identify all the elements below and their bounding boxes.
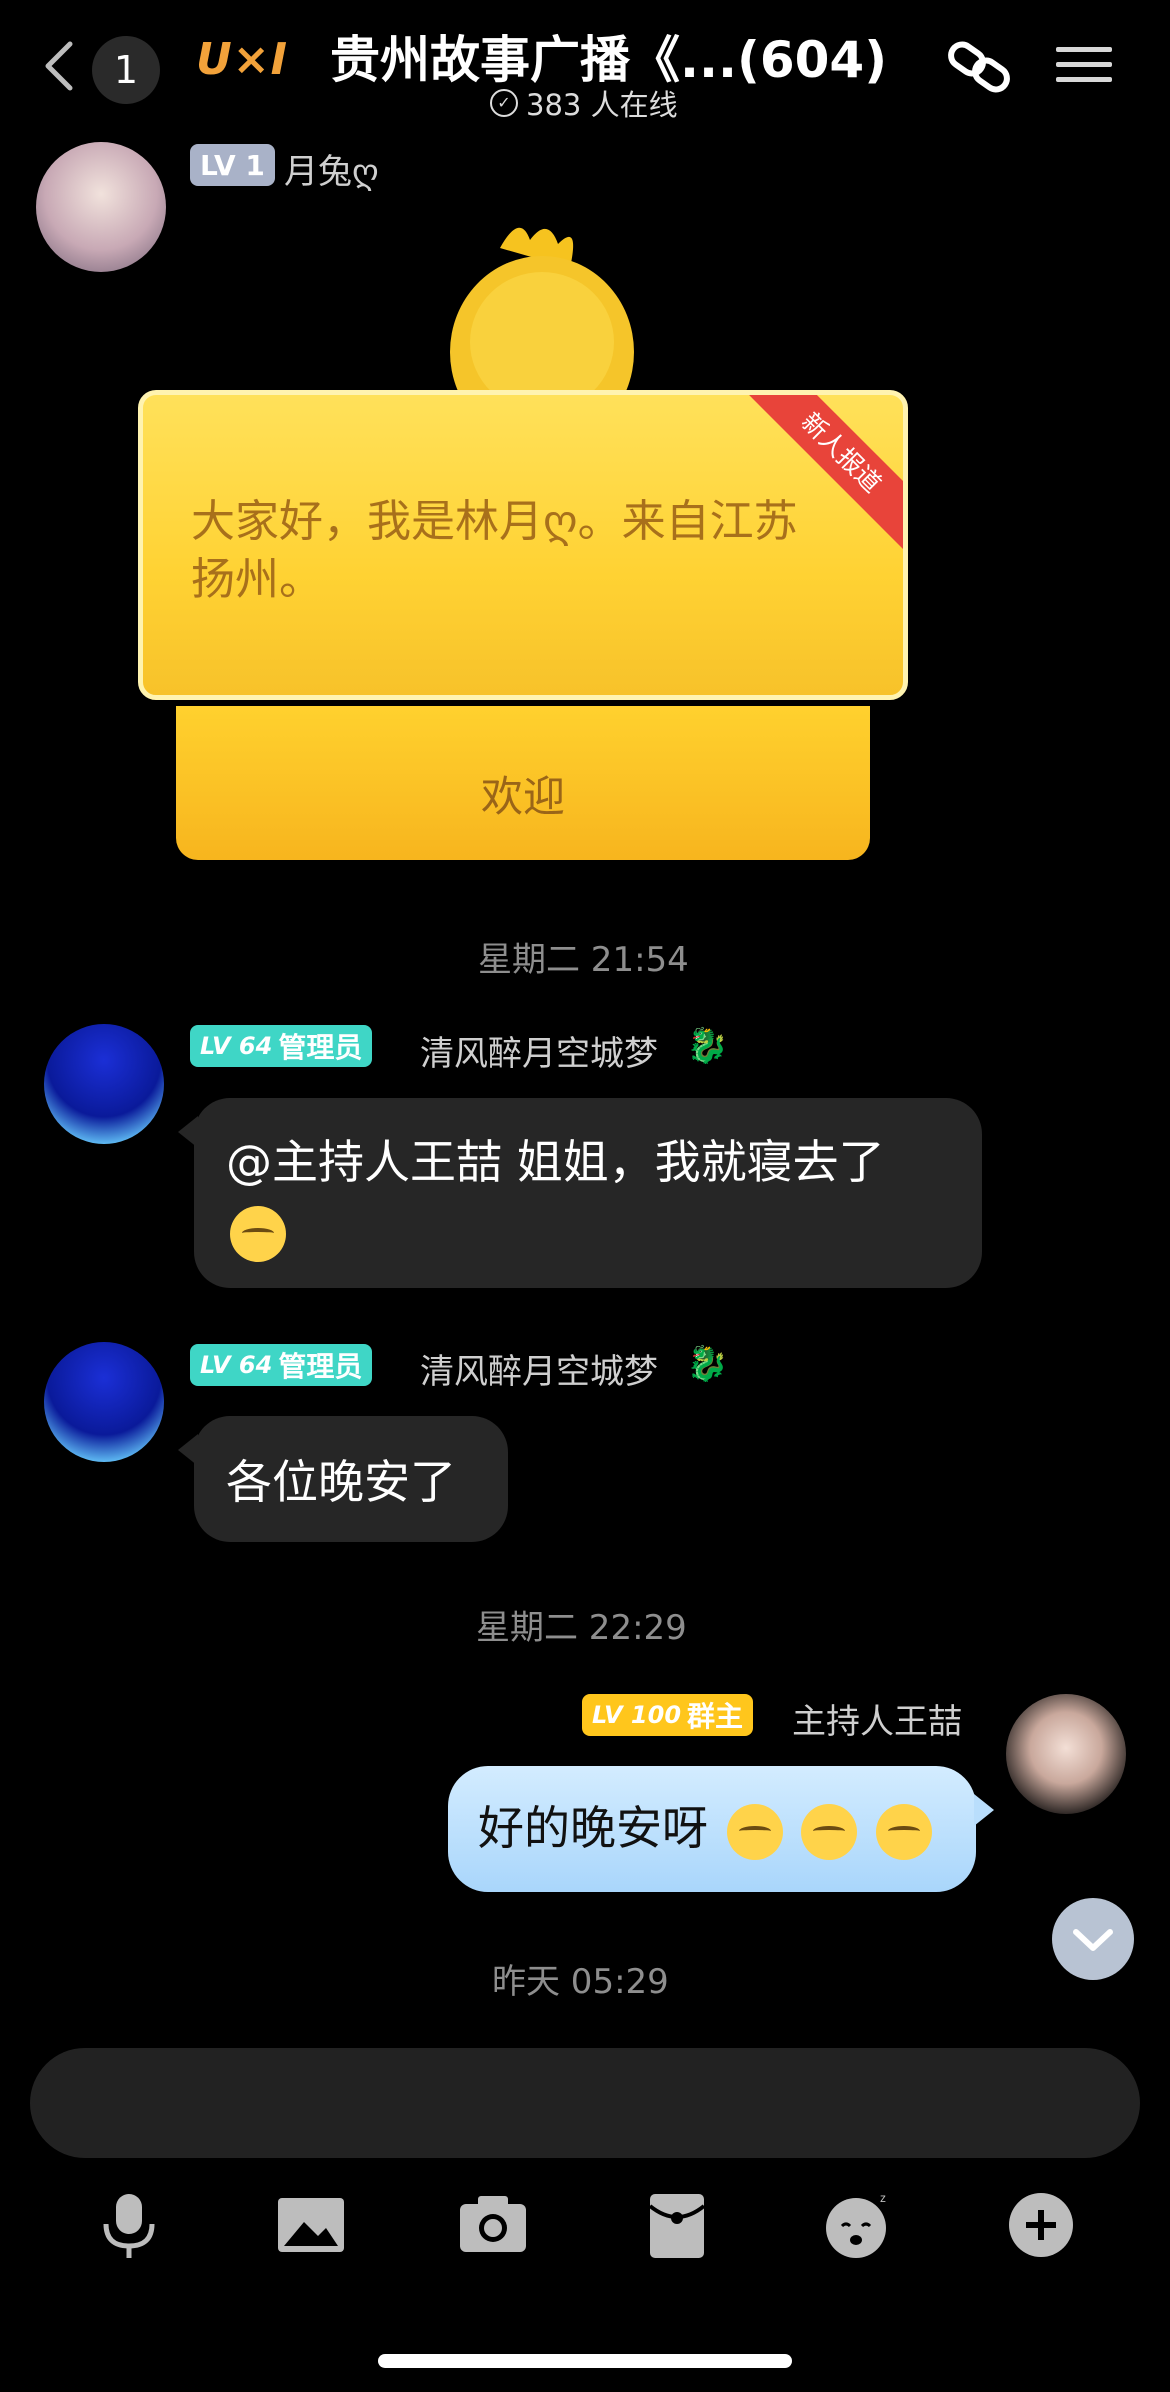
message-text: 好的晚安呀 <box>478 1801 708 1855</box>
avatar-yuetu[interactable] <box>36 142 166 272</box>
timestamp: 昨天 05:29 <box>492 1962 669 2002</box>
home-indicator <box>378 2354 792 2368</box>
dragon-icon: 🐉 <box>686 1344 729 1384</box>
welcome-button[interactable]: 欢迎 <box>176 706 870 860</box>
plus-icon <box>1009 2193 1073 2257</box>
online-text: 383 人在线 <box>526 88 678 122</box>
sticker-button[interactable]: z <box>822 2188 896 2262</box>
grin-emoji-icon <box>230 1205 286 1262</box>
timestamp: 星期二 21:54 <box>478 940 689 980</box>
mascot-duck-image <box>430 212 650 448</box>
avatar-qingfeng[interactable] <box>44 1342 164 1462</box>
avatar-host[interactable] <box>1006 1694 1126 1814</box>
chevron-left-icon <box>45 41 73 91</box>
admin-badge: LV 64 管理员 <box>190 1025 373 1067</box>
message-bubble[interactable]: 各位晚安了 <box>178 1416 508 1542</box>
relieved-emoji-icon <box>801 1803 858 1860</box>
menu-button[interactable] <box>1056 40 1112 92</box>
relieved-emoji-icon <box>875 1803 932 1860</box>
level-text: LV 100 <box>592 1701 682 1729</box>
sticker-icon: z <box>826 2191 886 2258</box>
timestamp: 星期二 22:29 <box>476 1608 687 1648</box>
hamburger-icon <box>1056 47 1112 82</box>
sender-name: 月兔ღ <box>284 152 379 192</box>
role-text: 群主 <box>687 1700 744 1733</box>
message-input[interactable] <box>30 2048 1140 2158</box>
red-packet-button[interactable] <box>640 2188 714 2262</box>
online-count: ✓ 383 人在线 <box>490 82 678 124</box>
relieved-emoji-icon <box>726 1803 783 1860</box>
check-circle-icon: ✓ <box>490 89 518 117</box>
admin-badge: LV 64 管理员 <box>190 1344 373 1386</box>
back-button[interactable] <box>40 38 80 94</box>
role-text: 管理员 <box>278 1350 363 1383</box>
red-packet-icon <box>648 2194 706 2258</box>
camera-icon <box>460 2196 526 2252</box>
sender-name: 主持人王喆 <box>792 1702 962 1742</box>
mic-icon <box>103 2194 155 2258</box>
dragon-icon: 🐉 <box>686 1026 729 1066</box>
sender-name: 清风醉月空城梦 <box>420 1352 658 1392</box>
level-text: LV 64 <box>200 1351 273 1379</box>
role-text: 管理员 <box>278 1031 363 1064</box>
link-button[interactable] <box>944 34 1018 100</box>
voice-button[interactable] <box>92 2188 166 2262</box>
level-badge: LV 1 <box>190 144 275 186</box>
scroll-to-bottom-button[interactable] <box>1052 1898 1134 1980</box>
image-button[interactable] <box>274 2188 348 2262</box>
sender-name: 清风醉月空城梦 <box>420 1034 658 1074</box>
level-text: LV 1 <box>200 148 265 182</box>
chevron-down-icon <box>1073 1929 1113 1951</box>
group-logo: U×I <box>196 34 288 85</box>
level-text: LV 64 <box>200 1032 273 1060</box>
image-icon <box>278 2198 344 2252</box>
message-bubble[interactable]: 好的晚安呀 <box>448 1766 994 1892</box>
message-text: 各位晚安了 <box>226 1455 456 1509</box>
unread-count-badge[interactable]: 1 <box>92 36 160 104</box>
svg-text:z: z <box>880 2191 886 2205</box>
intro-text: 大家好，我是林月ღ。来自江苏扬州。 <box>191 496 798 605</box>
more-button[interactable] <box>1004 2188 1078 2262</box>
link-icon <box>948 41 1010 93</box>
owner-badge: LV 100 群主 <box>582 1694 754 1736</box>
camera-button[interactable] <box>456 2188 530 2262</box>
message-text: @主持人王喆 姐姐，我就寝去了 <box>226 1135 885 1189</box>
message-bubble[interactable]: @主持人王喆 姐姐，我就寝去了 <box>178 1098 982 1288</box>
welcome-card: 大家好，我是林月ღ。来自江苏扬州。 新人报道 <box>138 390 908 700</box>
avatar-qingfeng[interactable] <box>44 1024 164 1144</box>
welcome-button-label: 欢迎 <box>480 771 565 821</box>
